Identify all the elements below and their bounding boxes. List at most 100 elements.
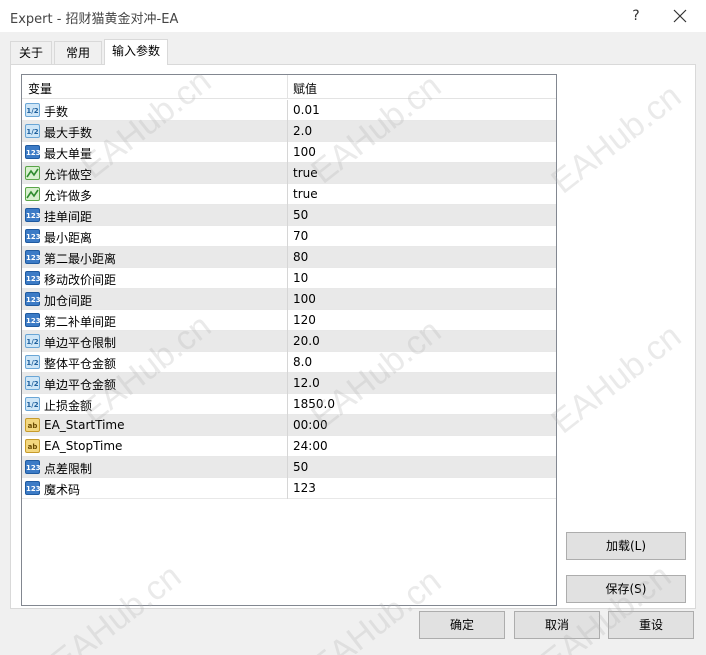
load-button[interactable]: 加载(L)	[566, 532, 686, 560]
parameter-name: 移动改价间距	[44, 273, 117, 287]
help-button[interactable]: ?	[624, 4, 648, 28]
parameter-value[interactable]: 1850.0	[293, 397, 335, 411]
parameter-value[interactable]: 00:00	[293, 418, 328, 432]
parameter-name: 第二最小距离	[44, 252, 117, 266]
double-type-icon: 1/2	[25, 124, 40, 138]
tab-inputs[interactable]: 输入参数	[104, 39, 168, 65]
integer-type-icon: 123	[25, 250, 41, 264]
parameter-row[interactable]: 允许做空 true	[22, 163, 556, 184]
column-separator	[287, 352, 288, 373]
parameter-name: 加仓间距	[44, 294, 93, 308]
column-separator	[287, 457, 288, 478]
column-separator	[287, 331, 288, 352]
parameter-row[interactable]: 1/2 止损金额 1850.0	[22, 394, 556, 415]
parameter-value[interactable]: 12.0	[293, 376, 320, 390]
boolean-type-icon	[25, 187, 40, 201]
parameter-row[interactable]: 1/2 单边平仓金额 12.0	[22, 373, 556, 394]
column-separator	[287, 121, 288, 142]
column-separator	[287, 436, 288, 457]
parameters-grid: 变量 赋值 1/2 手数 0.01 1/2 最大手数 2.0 123 最大单量 100 允许做空 t…	[21, 74, 557, 606]
parameter-value[interactable]: 50	[293, 208, 308, 222]
parameter-value[interactable]: 100	[293, 145, 316, 159]
boolean-type-icon	[25, 166, 40, 180]
parameter-value[interactable]: 24:00	[293, 439, 328, 453]
parameter-row[interactable]: 123 第二最小距离 80	[22, 247, 556, 268]
string-type-icon: ab	[25, 418, 40, 432]
integer-type-icon: 123	[25, 292, 41, 306]
parameter-value[interactable]: 0.01	[293, 103, 320, 117]
column-separator	[287, 100, 288, 121]
column-header-value[interactable]: 赋值	[293, 80, 317, 97]
parameter-name: 止损金额	[44, 399, 93, 413]
parameter-name: EA_StopTime	[44, 439, 123, 453]
parameter-value[interactable]: 8.0	[293, 355, 312, 369]
cancel-button[interactable]: 取消	[514, 611, 600, 639]
parameter-row[interactable]: 1/2 手数 0.01	[22, 100, 556, 121]
parameter-value[interactable]: 2.0	[293, 124, 312, 138]
column-divider[interactable]	[287, 75, 288, 99]
parameter-row[interactable]: ab EA_StopTime 24:00	[22, 436, 556, 457]
parameter-value[interactable]: 123	[293, 481, 316, 495]
parameter-value[interactable]: 80	[293, 250, 308, 264]
integer-type-icon: 123	[25, 271, 41, 285]
parameter-name: 手数	[44, 105, 69, 119]
parameter-row[interactable]: 123 挂单间距 50	[22, 205, 556, 226]
column-separator	[287, 142, 288, 163]
double-type-icon: 1/2	[25, 397, 40, 411]
integer-type-icon: 123	[25, 481, 41, 495]
parameter-name: 第二补单间距	[44, 315, 117, 329]
parameter-name: EA_StartTime	[44, 418, 125, 432]
integer-type-icon: 123	[25, 313, 41, 327]
parameter-row[interactable]: 123 魔术码 123	[22, 478, 556, 499]
parameter-name: 魔术码	[44, 483, 81, 497]
column-header-variable[interactable]: 变量	[28, 80, 52, 97]
parameter-name: 最小距离	[44, 231, 93, 245]
parameter-value[interactable]: 100	[293, 292, 316, 306]
column-separator	[287, 247, 288, 268]
window-title: Expert - 招财猫黄金对冲-EA	[10, 12, 179, 27]
close-icon[interactable]	[668, 4, 692, 28]
parameter-value[interactable]: 50	[293, 460, 308, 474]
parameter-row[interactable]: 123 第二补单间距 120	[22, 310, 556, 331]
column-separator	[287, 163, 288, 184]
parameter-row[interactable]: ab EA_StartTime 00:00	[22, 415, 556, 436]
parameter-value[interactable]: true	[293, 187, 318, 201]
parameter-row[interactable]: 123 最大单量 100	[22, 142, 556, 163]
parameter-name: 允许做多	[44, 189, 93, 203]
integer-type-icon: 123	[25, 145, 41, 159]
parameter-row[interactable]: 允许做多 true	[22, 184, 556, 205]
column-separator	[287, 415, 288, 436]
double-type-icon: 1/2	[25, 103, 40, 117]
parameter-value[interactable]: 70	[293, 229, 308, 243]
ok-button[interactable]: 确定	[419, 611, 505, 639]
parameter-row[interactable]: 123 移动改价间距 10	[22, 268, 556, 289]
parameter-name: 最大手数	[44, 126, 93, 140]
double-type-icon: 1/2	[25, 334, 40, 348]
parameter-name: 整体平仓金额	[44, 357, 117, 371]
parameter-value[interactable]: true	[293, 166, 318, 180]
parameter-value[interactable]: 120	[293, 313, 316, 327]
parameter-name: 点差限制	[44, 462, 93, 476]
tab-about[interactable]: 关于	[10, 41, 52, 65]
reset-button[interactable]: 重设	[608, 611, 694, 639]
save-button[interactable]: 保存(S)	[566, 575, 686, 603]
parameter-row[interactable]: 1/2 最大手数 2.0	[22, 121, 556, 142]
parameter-value[interactable]: 20.0	[293, 334, 320, 348]
parameter-row[interactable]: 123 最小距离 70	[22, 226, 556, 247]
column-separator	[287, 394, 288, 415]
parameter-name: 单边平仓金额	[44, 378, 117, 392]
tab-common[interactable]: 常用	[54, 41, 102, 65]
double-type-icon: 1/2	[25, 355, 40, 369]
parameter-row[interactable]: 123 加仓间距 100	[22, 289, 556, 310]
string-type-icon: ab	[25, 439, 40, 453]
column-separator	[287, 184, 288, 205]
parameter-name: 最大单量	[44, 147, 93, 161]
parameter-value[interactable]: 10	[293, 271, 308, 285]
column-separator	[287, 373, 288, 394]
parameter-row[interactable]: 1/2 整体平仓金额 8.0	[22, 352, 556, 373]
double-type-icon: 1/2	[25, 376, 40, 390]
column-separator	[287, 310, 288, 331]
column-separator	[287, 226, 288, 247]
parameter-row[interactable]: 1/2 单边平仓限制 20.0	[22, 331, 556, 352]
parameter-row[interactable]: 123 点差限制 50	[22, 457, 556, 478]
